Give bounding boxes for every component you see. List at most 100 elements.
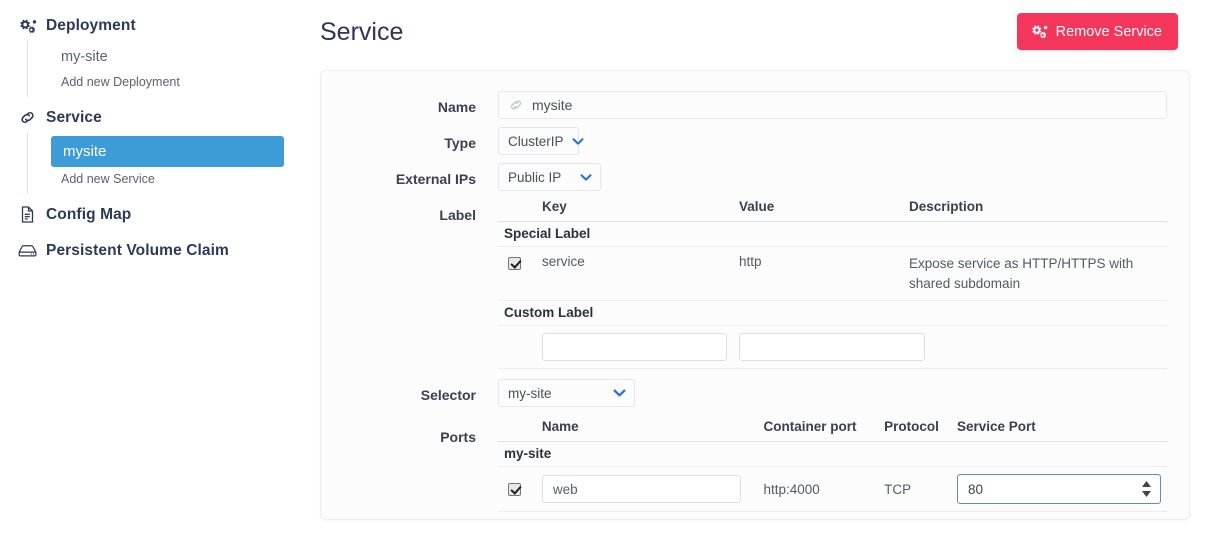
- sidebar-children-deployment: my-site Add new Deployment: [27, 41, 310, 97]
- ports-table: Name Container port Protocol Service Por…: [498, 419, 1167, 513]
- name-label: Name: [437, 99, 476, 115]
- label-section-label: Label: [439, 207, 476, 223]
- form-row-selector: Selector my-site: [343, 379, 1167, 408]
- main-content: Service Remove Service Name mysite Type …: [310, 0, 1225, 547]
- special-label-description: Expose service as HTTP/HTTPS with shared…: [903, 246, 1167, 302]
- label-table-head: Key Value Description: [498, 199, 1167, 222]
- form-row-type: Type ClusterIP: [343, 127, 1167, 155]
- remove-service-label: Remove Service: [1055, 23, 1162, 40]
- service-port-input[interactable]: [957, 474, 1161, 505]
- selector-label: Selector: [420, 387, 476, 404]
- chevron-down-icon: [571, 137, 584, 146]
- sidebar-item-deployment[interactable]: Deployment: [0, 10, 310, 41]
- sidebar-item-service[interactable]: Service: [0, 102, 310, 133]
- sidebar-item-label: Service: [46, 108, 102, 126]
- port-name-input[interactable]: [541, 475, 741, 504]
- sidebar-item-label: Persistent Volume Claim: [46, 241, 229, 259]
- special-label-value: http: [733, 246, 903, 302]
- external-ips-select[interactable]: Public IP: [498, 163, 601, 191]
- ports-col-service-port: Service Port: [951, 419, 1167, 443]
- port-checkbox-cell: [498, 466, 536, 513]
- label-col-key: Key: [536, 199, 733, 222]
- custom-label-value-cell: [733, 325, 1167, 370]
- chevron-down-icon: [613, 388, 626, 398]
- sidebar: Deployment my-site Add new Deployment Se…: [0, 0, 310, 547]
- port-enabled-checkbox[interactable]: [508, 482, 521, 496]
- form-row-ports: Ports Name Container port Protocol Servi…: [343, 419, 1167, 513]
- selector-field-wrap: my-site: [498, 379, 1167, 408]
- ports-col-protocol: Protocol: [878, 419, 951, 443]
- type-label: Type: [444, 135, 476, 151]
- sidebar-item-label: Config Map: [46, 205, 132, 223]
- label-table-body: Special Label service http Expose servic…: [498, 221, 1167, 370]
- sidebar-group-pvc: Persistent Volume Claim: [0, 235, 310, 266]
- spinner-arrows-icon[interactable]: [1141, 481, 1152, 498]
- service-port-stepper: [957, 474, 1161, 505]
- form-row-label: Label Key Value Description Special Labe…: [343, 199, 1167, 370]
- selector-select[interactable]: my-site: [498, 379, 635, 408]
- ports-table-body: my-site http:4000 TCP: [498, 441, 1167, 513]
- type-field-wrap: ClusterIP: [498, 127, 1167, 155]
- custom-label-spacer: [498, 325, 536, 370]
- port-container-port: http:4000: [757, 466, 879, 513]
- sidebar-group-service: Service mysite Add new Service: [0, 102, 310, 194]
- table-row: http:4000 TCP: [498, 466, 1167, 513]
- sidebar-child-mysite[interactable]: mysite: [51, 136, 284, 167]
- label-col-value: Value: [733, 199, 903, 222]
- sidebar-child-my-site[interactable]: my-site: [51, 44, 310, 70]
- external-ips-label: External IPs: [395, 171, 476, 187]
- form-row-name: Name mysite: [343, 91, 1167, 119]
- file-icon: [18, 205, 37, 224]
- cogs-icon: [1031, 24, 1048, 39]
- special-label-checkbox[interactable]: [508, 257, 521, 270]
- external-ips-field-wrap: Public IP: [498, 163, 1167, 191]
- custom-label-value-input[interactable]: [739, 333, 925, 362]
- link-icon: [18, 108, 37, 127]
- ports-table-wrap: Name Container port Protocol Service Por…: [498, 419, 1167, 513]
- sidebar-children-service: mysite Add new Service: [27, 133, 310, 194]
- ports-col-name: Name: [535, 419, 758, 443]
- sidebar-item-label: Deployment: [46, 16, 136, 34]
- selector-select-value: my-site: [508, 385, 552, 401]
- label-col-check: [498, 199, 536, 222]
- table-row: [498, 325, 1167, 370]
- link-icon: [509, 98, 523, 112]
- name-input[interactable]: mysite: [498, 91, 1167, 119]
- remove-service-button[interactable]: Remove Service: [1016, 13, 1178, 50]
- ports-table-head: Name Container port Protocol Service Por…: [498, 419, 1167, 443]
- cogs-icon: [18, 16, 37, 35]
- name-field-wrap: mysite: [498, 91, 1167, 119]
- sidebar-group-deployment: Deployment my-site Add new Deployment: [0, 10, 310, 97]
- ports-col-check: [498, 419, 536, 443]
- label-table: Key Value Description Special Label serv…: [498, 199, 1167, 370]
- name-input-value: mysite: [532, 97, 573, 113]
- form-row-external-ips: External IPs Public IP: [343, 163, 1167, 191]
- type-select[interactable]: ClusterIP: [498, 127, 584, 155]
- service-form-card: Name mysite Type ClusterIP External IPs …: [320, 70, 1190, 520]
- sidebar-add-new-deployment[interactable]: Add new Deployment: [51, 70, 310, 94]
- custom-label-section-row: Custom Label: [498, 300, 1167, 327]
- hdd-icon: [18, 241, 37, 260]
- custom-label-key-input[interactable]: [542, 333, 727, 362]
- sidebar-item-persistent-volume-claim[interactable]: Persistent Volume Claim: [0, 235, 310, 266]
- sidebar-add-new-service[interactable]: Add new Service: [51, 167, 310, 191]
- special-label-section-row: Special Label: [498, 221, 1167, 247]
- service-page: Deployment my-site Add new Deployment Se…: [0, 0, 1225, 547]
- table-row: service http Expose service as HTTP/HTTP…: [498, 246, 1167, 302]
- sidebar-item-config-map[interactable]: Config Map: [0, 199, 310, 230]
- chevron-down-icon: [580, 173, 592, 182]
- special-label-heading: Special Label: [498, 221, 1167, 247]
- label-table-wrap: Key Value Description Special Label serv…: [498, 199, 1167, 370]
- label-table-header-row: Key Value Description: [498, 199, 1167, 222]
- special-label-key: service: [536, 246, 733, 302]
- port-protocol: TCP: [878, 466, 951, 513]
- type-select-value: ClusterIP: [508, 133, 564, 149]
- ports-table-header-row: Name Container port Protocol Service Por…: [498, 419, 1167, 443]
- custom-label-heading: Custom Label: [498, 300, 1167, 327]
- ports-group-row: my-site: [498, 441, 1167, 468]
- special-label-checkbox-cell: [498, 246, 536, 302]
- ports-group-heading: my-site: [498, 441, 1167, 468]
- label-col-description: Description: [903, 199, 1167, 222]
- port-service-port-cell: [951, 466, 1167, 513]
- ports-label: Ports: [440, 429, 476, 446]
